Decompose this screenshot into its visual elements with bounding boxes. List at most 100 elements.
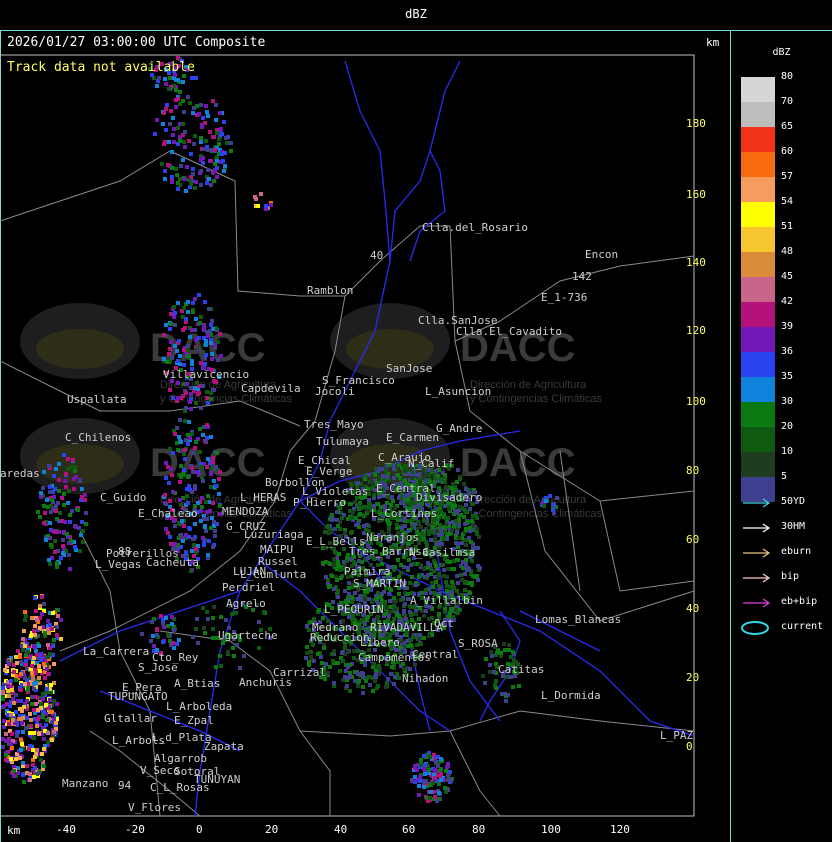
place-label: Jocoli	[315, 385, 355, 398]
echo-pixel	[33, 596, 37, 600]
echo-pixel	[209, 485, 213, 489]
echo-pixel	[464, 510, 468, 514]
echo-pixel	[224, 618, 228, 622]
echo-pixel	[356, 597, 360, 601]
echo-pixel	[346, 665, 350, 669]
echo-pixel	[193, 297, 197, 301]
echo-pixel	[392, 596, 396, 600]
echo-pixel	[456, 611, 460, 615]
echo-pixel	[165, 103, 169, 107]
echo-pixel	[36, 708, 40, 712]
legend-track-row: eb+bip	[741, 596, 831, 610]
echo-pixel	[207, 177, 211, 181]
echo-pixel	[437, 533, 441, 537]
place-label: Tres_Mayo	[304, 418, 364, 431]
echo-pixel	[414, 583, 418, 587]
legend-track-label: eburn	[781, 546, 812, 557]
echo-pixel	[434, 760, 438, 764]
echo-pixel	[168, 327, 172, 331]
place-label: L_Arboleda	[166, 700, 232, 713]
echo-pixel	[393, 565, 397, 569]
place-label: Ramblon	[307, 284, 353, 297]
echo-pixel	[42, 747, 46, 751]
echo-pixel	[203, 631, 207, 635]
echo-pixel	[19, 660, 23, 664]
echo-pixel	[187, 178, 191, 182]
echo-pixel	[235, 643, 239, 647]
radar-map[interactable]: DACC DACC Dirección de Agricultura y Con…	[0, 31, 730, 842]
echo-pixel	[257, 646, 261, 650]
echo-pixel	[168, 347, 172, 351]
echo-pixel	[323, 530, 327, 534]
echo-pixel	[199, 183, 203, 187]
echo-pixel	[397, 676, 401, 680]
echo-pixel	[46, 627, 50, 631]
echo-pixel	[464, 527, 468, 531]
echo-pixel	[502, 642, 506, 646]
place-label: S_ROSA	[458, 637, 498, 650]
echo-pixel	[377, 477, 381, 481]
echo-pixel	[467, 536, 471, 540]
echo-pixel	[218, 470, 222, 474]
echo-pixel	[462, 482, 466, 486]
legend-swatch	[741, 102, 775, 127]
echo-pixel	[173, 432, 177, 436]
timestamp-label: 2026/01/27 03:00:00 UTC Composite	[7, 35, 266, 50]
echo-pixel	[390, 495, 394, 499]
echo-pixel	[388, 610, 392, 614]
echo-pixel	[458, 477, 462, 481]
echo-pixel	[445, 589, 449, 593]
echo-pixel	[499, 651, 503, 655]
echo-pixel	[46, 655, 50, 659]
echo-pixel	[150, 620, 154, 624]
echo-pixel	[6, 659, 10, 663]
echo-pixel	[174, 167, 178, 171]
echo-pixel	[210, 319, 214, 323]
radar-map-canvas[interactable]: DACC DACC Dirección de Agricultura y Con…	[0, 31, 730, 842]
echo-pixel	[403, 524, 407, 528]
echo-pixel	[218, 654, 222, 658]
echo-pixel	[45, 667, 49, 671]
echo-pixel	[320, 661, 324, 665]
echo-pixel	[209, 148, 213, 152]
echo-pixel	[396, 473, 400, 477]
x-tick-label: -20	[125, 823, 145, 836]
place-label: 40	[370, 249, 383, 262]
echo-pixel	[55, 561, 59, 565]
echo-pixel	[46, 672, 50, 676]
echo-pixel	[53, 487, 57, 491]
y-tick-label: 160	[686, 188, 706, 201]
echo-pixel	[209, 397, 213, 401]
echo-pixel	[80, 487, 84, 491]
legend-title: dBZ	[772, 47, 791, 58]
echo-pixel	[191, 635, 195, 639]
echo-pixel	[62, 492, 66, 496]
echo-pixel	[339, 576, 343, 580]
echo-pixel	[426, 561, 430, 565]
place-label: Naranjos	[366, 531, 419, 544]
x-tick-label: 60	[402, 823, 416, 836]
y-unit-label: km	[706, 36, 720, 49]
echo-pixel	[455, 531, 459, 535]
echo-pixel	[162, 111, 166, 115]
echo-pixel	[22, 629, 26, 633]
echo-pixel	[34, 649, 38, 653]
echo-pixel	[455, 511, 459, 515]
echo-pixel	[216, 358, 220, 362]
echo-pixel	[7, 739, 11, 743]
echo-pixel	[214, 103, 218, 107]
echo-pixel	[42, 521, 46, 525]
echo-pixel	[463, 572, 467, 576]
echo-pixel	[409, 613, 413, 617]
echo-pixel	[52, 638, 56, 642]
echo-pixel	[167, 352, 171, 356]
echo-pixel	[23, 676, 27, 680]
echo-pixel	[50, 498, 54, 502]
echo-pixel	[187, 139, 191, 143]
echo-pixel	[55, 517, 59, 521]
echo-pixel	[48, 521, 52, 525]
echo-pixel	[178, 177, 182, 181]
echo-pixel	[205, 181, 209, 185]
watermark-subtitle: y Contingencias Climáticas	[470, 508, 603, 520]
echo-pixel	[48, 562, 52, 566]
